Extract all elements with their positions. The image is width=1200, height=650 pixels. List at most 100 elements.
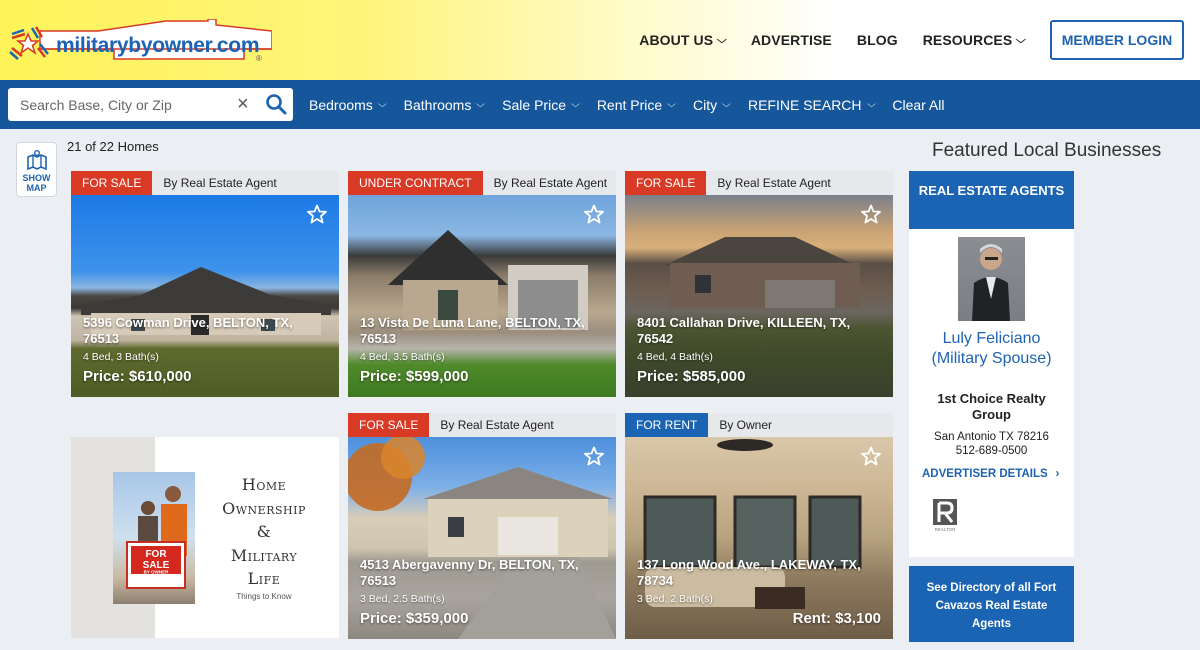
filter-bathrooms-label: Bathrooms [403,96,472,113]
filter-sale-price-label: Sale Price [502,96,566,113]
nav-blog-label: BLOG [856,32,898,48]
listing-photo[interactable]: 4513 Abergavenny Dr, BELTON, TX, 76513 3… [348,437,616,639]
nav-about-us-label: ABOUT US [639,32,714,48]
listing-info: 13 Vista De Luna Lane, BELTON, TX, 76513… [360,315,604,385]
listing-tag-row: FOR SALE By Real Estate Agent [348,413,616,437]
chevron-down-icon: ⌵ [476,99,486,109]
listing-photo[interactable]: 137 Long Wood Ave., LAKEWAY, TX, 78734 3… [625,437,893,639]
listing-photo[interactable]: 13 Vista De Luna Lane, BELTON, TX, 76513… [348,195,616,397]
favorite-star-icon[interactable] [861,204,881,224]
agent-name-link[interactable]: Luly Feliciano (Military Spouse) [909,329,1074,369]
top-navigation: ABOUT US ⌵ ADVERTISE BLOG RESOURCES ⌵ ME… [639,20,1184,60]
show-map-label-2: MAP [26,183,47,193]
favorite-star-icon[interactable] [307,204,327,224]
filter-sale-price[interactable]: Sale Price ⌵ [502,96,580,113]
agent-phone: 512-689-0500 [955,445,1028,457]
listing-tag-row: FOR SALE By Real Estate Agent [625,171,893,195]
status-badge: FOR SALE [71,171,153,195]
listing-beds-baths: 4 Bed, 4 Bath(s) [637,351,713,363]
nav-about-us[interactable]: ABOUT US ⌵ [639,32,727,48]
show-map-button[interactable]: SHOW MAP [16,142,57,197]
agent-contact: San Antonio TX 78216 512-689-0500 [909,430,1074,458]
listing-price: Rent: $3,100 [792,610,881,627]
listing-info: 4513 Abergavenny Dr, BELTON, TX, 76513 3… [360,557,604,627]
listing-info: 137 Long Wood Ave., LAKEWAY, TX, 78734 3… [637,557,881,627]
listing-photo[interactable]: 5396 Cowman Drive, BELTON, TX, 76513 4 B… [71,195,339,397]
listing-card[interactable]: FOR SALE By Real Estate Agent 5396 Cowma… [71,171,339,397]
listing-tag-row: FOR SALE By Real Estate Agent [71,171,339,195]
nav-resources-label: RESOURCES [922,32,1013,48]
listing-info: 5396 Cowman Drive, BELTON, TX, 76513 4 B… [83,315,327,385]
favorite-star-icon[interactable] [584,204,604,224]
article-title-line: Ownership [222,498,306,518]
status-badge: FOR SALE [348,413,430,437]
filter-dropdowns: Bedrooms ⌵ Bathrooms ⌵ Sale Price ⌵ Rent… [309,80,963,129]
advertiser-details-label: ADVERTISER DETAILS [922,468,1048,480]
listing-card[interactable]: FOR RENT By Owner 137 Long Wood Ave., LA… [625,413,893,639]
listing-card[interactable]: UNDER CONTRACT By Real Estate Agent 13 V… [348,171,616,397]
agent-directory-button[interactable]: See Directory of all Fort Cavazos Real E… [909,566,1074,642]
article-photo: FOR SALE BY OWNER [113,472,195,604]
sign-for: FOR [145,549,167,560]
filter-rent-price[interactable]: Rent Price ⌵ [596,96,676,113]
advertiser-details-link[interactable]: ADVERTISER DETAILS › [922,468,1060,480]
agent-photo[interactable] [958,237,1025,321]
listing-price: Price: $359,000 [360,610,469,627]
map-icon [26,150,47,171]
sign-by-owner: BY OWNER [144,570,169,575]
filter-rent-price-label: Rent Price [596,96,663,113]
nav-resources[interactable]: RESOURCES ⌵ [922,32,1026,48]
listing-address: 8401 Callahan Drive, KILLEEN, TX, 76542 [637,315,851,346]
listing-address: 4513 Abergavenny Dr, BELTON, TX, 76513 [360,557,579,588]
member-login-button[interactable]: MEMBER LOGIN [1050,20,1184,60]
listing-card[interactable]: FOR SALE By Real Estate Agent 4513 Aberg… [348,413,616,639]
favorite-star-icon[interactable] [861,446,881,466]
logo-star-icon [9,26,49,60]
search-input[interactable] [20,96,230,113]
listing-address: 13 Vista De Luna Lane, BELTON, TX, 76513 [360,315,585,346]
logo-registered-mark: ® [256,54,262,63]
clear-all-link[interactable]: Clear All [892,97,944,113]
site-logo[interactable]: militarybyowner.com ® [8,16,272,66]
listing-tag-row: UNDER CONTRACT By Real Estate Agent [348,171,616,195]
listing-photo[interactable]: 8401 Callahan Drive, KILLEEN, TX, 76542 … [625,195,893,397]
listing-card[interactable]: FOR SALE By Real Estate Agent 8401 Calla… [625,171,893,397]
realtor-label: REALTOR [935,527,957,532]
article-promo-card[interactable]: FOR SALE BY OWNER Home Ownership & Milit… [71,437,339,638]
listing-beds-baths: 3 Bed, 2 Bath(s) [637,593,713,605]
house-illustration [665,237,860,308]
nav-blog[interactable]: BLOG [857,32,898,48]
filter-refine-search[interactable]: REFINE SEARCH ⌵ [748,97,875,113]
agent-location: San Antonio TX 78216 [934,431,1049,443]
results-count: 21 of 22 Homes [67,139,159,154]
couple-with-sign-illustration: FOR SALE BY OWNER [126,486,187,589]
nav-advertise[interactable]: ADVERTISE [751,32,832,48]
filter-bar: × Bedrooms ⌵ Bathrooms ⌵ Sale Price ⌵ Re… [0,80,1200,129]
logo-wordmark: militarybyowner.com [56,34,260,57]
clear-search-icon[interactable]: × [237,93,249,115]
listed-by: By Owner [719,418,773,432]
listing-beds-baths: 3 Bed, 2.5 Bath(s) [360,593,445,605]
filter-city-label: City [693,96,718,113]
listed-by: By Real Estate Agent [440,418,554,432]
chevron-down-icon: ⌵ [570,99,580,109]
filter-city[interactable]: City ⌵ [693,96,731,113]
listing-price: Price: $610,000 [83,368,192,385]
agent-portrait [972,244,1010,321]
article-title-line: Life [247,569,281,588]
search-icon[interactable] [265,93,287,115]
article-title: Home Ownership & Military Life Things to… [199,473,329,603]
agent-company-line: Group [972,407,1011,422]
article-title-line: & [256,522,272,541]
listed-by: By Real Estate Agent [163,176,277,190]
favorite-star-icon[interactable] [584,446,604,466]
filter-bathrooms[interactable]: Bathrooms ⌵ [403,96,486,113]
status-badge: UNDER CONTRACT [348,171,483,195]
filter-bedrooms[interactable]: Bedrooms ⌵ [309,97,387,113]
listed-by: By Real Estate Agent [493,176,608,190]
nav-advertise-label: ADVERTISE [750,32,832,48]
listed-by: By Real Estate Agent [717,176,831,190]
chevron-down-icon: ⌵ [722,99,731,109]
chevron-down-icon: ⌵ [717,34,727,46]
agent-company: 1st Choice Realty Group [909,391,1074,423]
